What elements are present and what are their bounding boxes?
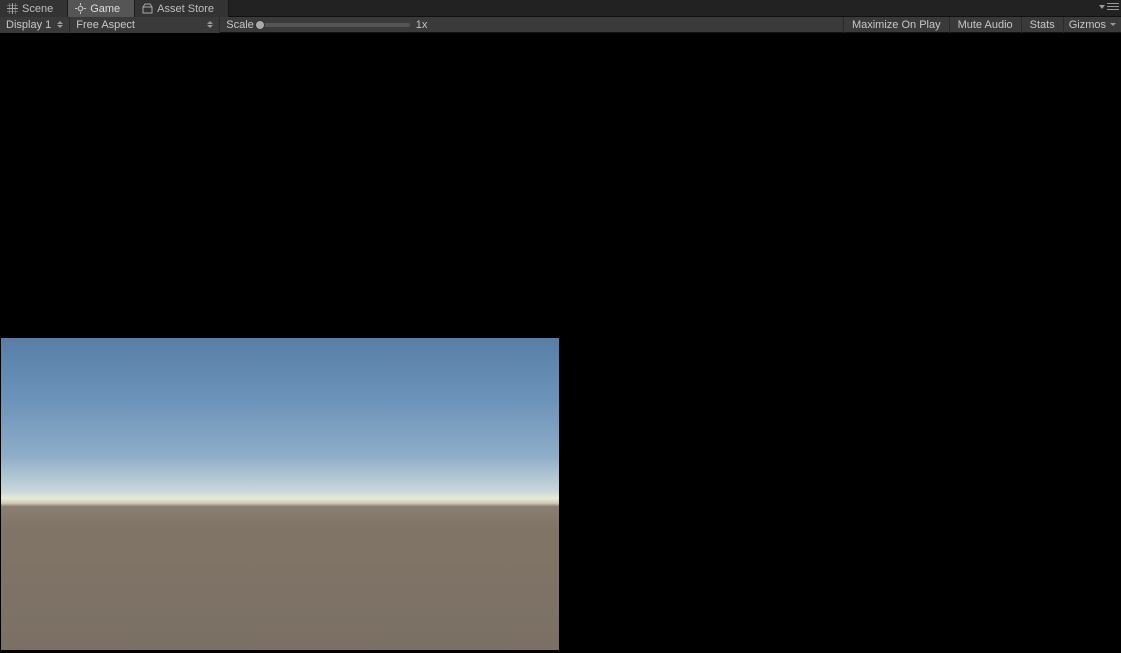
scale-control: Scale 1x [220,19,433,31]
tab-game-label: Game [90,3,120,15]
stats-label: Stats [1030,19,1055,31]
scene-icon [6,3,18,15]
tab-scene[interactable]: Scene [0,0,68,17]
scale-label: Scale [226,19,254,31]
chevron-down-icon [1110,23,1116,26]
gizmos-label: Gizmos [1069,19,1106,31]
chevron-down-icon [1099,5,1105,9]
dropdown-arrows-icon [57,21,63,28]
scale-slider-thumb[interactable] [255,20,265,30]
mute-audio-toggle[interactable]: Mute Audio [949,17,1021,33]
game-toolbar: Display 1 Free Aspect Scale 1x Maximize … [0,17,1121,33]
display-dropdown[interactable]: Display 1 [0,17,70,33]
rendered-scene [1,338,559,650]
view-tab-bar: Scene Game Asset Store [0,0,1121,17]
dropdown-arrows-icon [207,21,213,28]
menu-icon [1107,3,1119,11]
tab-asset-store[interactable]: Asset Store [135,0,229,17]
camera-viewport [1,338,559,650]
tab-options-button[interactable] [1098,3,1119,11]
mute-audio-label: Mute Audio [958,19,1013,31]
scale-slider[interactable] [260,23,410,27]
maximize-on-play-toggle[interactable]: Maximize On Play [843,17,949,33]
tab-asset-store-label: Asset Store [157,3,214,15]
asset-store-icon [141,3,153,15]
tab-game[interactable]: Game [68,0,135,17]
aspect-dropdown-label: Free Aspect [76,19,135,31]
tab-scene-label: Scene [22,3,53,15]
game-view-area[interactable] [0,33,1121,653]
maximize-on-play-label: Maximize On Play [852,19,941,31]
display-dropdown-label: Display 1 [6,19,51,31]
game-icon [74,3,86,15]
gizmos-dropdown[interactable]: Gizmos [1063,17,1121,33]
scale-value: 1x [416,19,428,31]
stats-toggle[interactable]: Stats [1021,17,1063,33]
aspect-dropdown[interactable]: Free Aspect [70,17,220,33]
